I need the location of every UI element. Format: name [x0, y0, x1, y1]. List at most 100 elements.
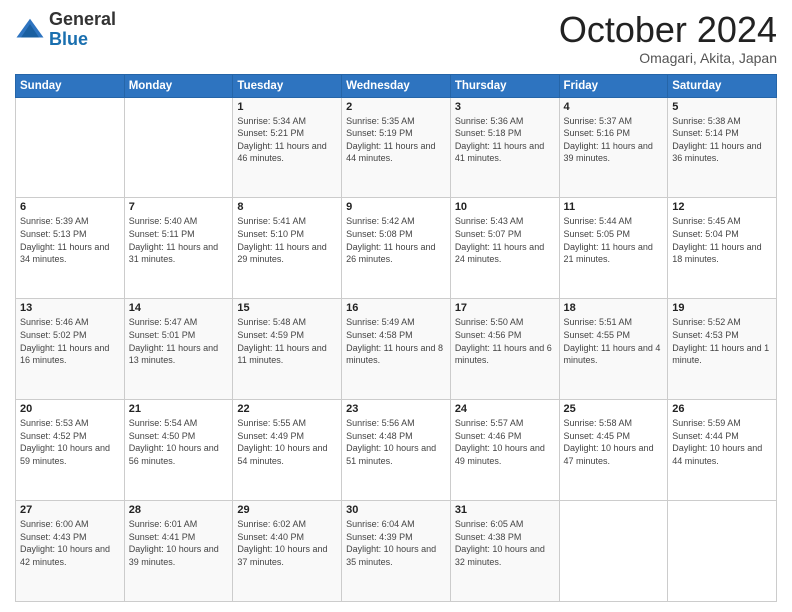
- day-info: Sunrise: 5:47 AMSunset: 5:01 PMDaylight:…: [129, 316, 229, 366]
- calendar-cell: 26Sunrise: 5:59 AMSunset: 4:44 PMDayligh…: [668, 400, 777, 501]
- day-number: 15: [237, 302, 337, 314]
- day-info: Sunrise: 5:35 AMSunset: 5:19 PMDaylight:…: [346, 115, 446, 165]
- calendar-cell: 2 Sunrise: 5:35 AMSunset: 5:19 PMDaylight…: [342, 97, 451, 198]
- calendar-cell: 7Sunrise: 5:40 AMSunset: 5:11 PMDaylight…: [124, 198, 233, 299]
- day-info: Sunrise: 5:55 AMSunset: 4:49 PMDaylight:…: [237, 417, 337, 467]
- day-number: 25: [564, 403, 664, 415]
- day-info: Sunrise: 6:01 AMSunset: 4:41 PMDaylight:…: [129, 518, 229, 568]
- day-info: Sunrise: 6:04 AMSunset: 4:39 PMDaylight:…: [346, 518, 446, 568]
- calendar-cell: 16Sunrise: 5:49 AMSunset: 4:58 PMDayligh…: [342, 299, 451, 400]
- day-number: 13: [20, 302, 120, 314]
- weekday-header-thursday: Thursday: [450, 74, 559, 97]
- day-info: Sunrise: 5:39 AMSunset: 5:13 PMDaylight:…: [20, 215, 120, 265]
- day-info: Sunrise: 6:00 AMSunset: 4:43 PMDaylight:…: [20, 518, 120, 568]
- title-block: October 2024 Omagari, Akita, Japan: [559, 10, 777, 66]
- calendar-cell: 6 Sunrise: 5:39 AMSunset: 5:13 PMDaylight…: [16, 198, 125, 299]
- day-info: Sunrise: 5:52 AMSunset: 4:53 PMDaylight:…: [672, 316, 772, 366]
- day-number: 1: [237, 101, 337, 113]
- calendar-cell: 21 Sunrise: 5:54 AMSunset: 4:50 PMDayligh…: [124, 400, 233, 501]
- weekday-header-sunday: Sunday: [16, 74, 125, 97]
- day-info: Sunrise: 5:46 AMSunset: 5:02 PMDaylight:…: [20, 316, 120, 366]
- logo-general: General: [49, 9, 116, 29]
- day-number: 20: [20, 403, 120, 415]
- day-number: 27: [20, 504, 120, 516]
- calendar-week-4: 20 Sunrise: 5:53 AMSunset: 4:52 PMDayligh…: [16, 400, 777, 501]
- day-number: 9: [346, 201, 446, 213]
- day-info: Sunrise: 5:34 AMSunset: 5:21 PMDaylight:…: [237, 115, 337, 165]
- logo-icon: [15, 15, 45, 45]
- weekday-header-row: SundayMondayTuesdayWednesdayThursdayFrid…: [16, 74, 777, 97]
- calendar-cell: 10 Sunrise: 5:43 AMSunset: 5:07 PMDayligh…: [450, 198, 559, 299]
- day-info: Sunrise: 5:43 AMSunset: 5:07 PMDaylight:…: [455, 215, 555, 265]
- day-number: 17: [455, 302, 555, 314]
- calendar-cell: 23Sunrise: 5:56 AMSunset: 4:48 PMDayligh…: [342, 400, 451, 501]
- weekday-header-saturday: Saturday: [668, 74, 777, 97]
- day-info: Sunrise: 5:37 AMSunset: 5:16 PMDaylight:…: [564, 115, 664, 165]
- calendar-cell: 1 Sunrise: 5:34 AMSunset: 5:21 PMDaylight…: [233, 97, 342, 198]
- day-info: Sunrise: 5:36 AMSunset: 5:18 PMDaylight:…: [455, 115, 555, 165]
- calendar-cell: 17 Sunrise: 5:50 AMSunset: 4:56 PMDayligh…: [450, 299, 559, 400]
- day-number: 2: [346, 101, 446, 113]
- location-subtitle: Omagari, Akita, Japan: [559, 50, 777, 66]
- calendar-cell: 27 Sunrise: 6:00 AMSunset: 4:43 PMDayligh…: [16, 501, 125, 602]
- calendar-cell: 4 Sunrise: 5:37 AMSunset: 5:16 PMDaylight…: [559, 97, 668, 198]
- header: General Blue October 2024 Omagari, Akita…: [15, 10, 777, 66]
- calendar-cell: 5 Sunrise: 5:38 AMSunset: 5:14 PMDaylight…: [668, 97, 777, 198]
- day-info: Sunrise: 5:48 AMSunset: 4:59 PMDaylight:…: [237, 316, 337, 366]
- day-number: 14: [129, 302, 229, 314]
- day-info: Sunrise: 5:38 AMSunset: 5:14 PMDaylight:…: [672, 115, 772, 165]
- day-info: Sunrise: 6:05 AMSunset: 4:38 PMDaylight:…: [455, 518, 555, 568]
- day-number: 4: [564, 101, 664, 113]
- calendar-week-2: 6 Sunrise: 5:39 AMSunset: 5:13 PMDaylight…: [16, 198, 777, 299]
- calendar-cell: 13 Sunrise: 5:46 AMSunset: 5:02 PMDayligh…: [16, 299, 125, 400]
- day-number: 11: [564, 201, 664, 213]
- calendar-cell: 12Sunrise: 5:45 AMSunset: 5:04 PMDayligh…: [668, 198, 777, 299]
- logo-text: General Blue: [49, 10, 116, 50]
- day-number: 24: [455, 403, 555, 415]
- day-info: Sunrise: 5:44 AMSunset: 5:05 PMDaylight:…: [564, 215, 664, 265]
- day-number: 28: [129, 504, 229, 516]
- calendar-cell: 30Sunrise: 6:04 AMSunset: 4:39 PMDayligh…: [342, 501, 451, 602]
- day-info: Sunrise: 5:53 AMSunset: 4:52 PMDaylight:…: [20, 417, 120, 467]
- day-number: 21: [129, 403, 229, 415]
- calendar-cell: 25Sunrise: 5:58 AMSunset: 4:45 PMDayligh…: [559, 400, 668, 501]
- calendar-cell: 31 Sunrise: 6:05 AMSunset: 4:38 PMDayligh…: [450, 501, 559, 602]
- day-number: 22: [237, 403, 337, 415]
- day-number: 5: [672, 101, 772, 113]
- calendar-cell: 22 Sunrise: 5:55 AMSunset: 4:49 PMDayligh…: [233, 400, 342, 501]
- calendar-cell: 14 Sunrise: 5:47 AMSunset: 5:01 PMDayligh…: [124, 299, 233, 400]
- calendar-cell: 11 Sunrise: 5:44 AMSunset: 5:05 PMDayligh…: [559, 198, 668, 299]
- calendar-cell: [668, 501, 777, 602]
- day-number: 7: [129, 201, 229, 213]
- day-number: 19: [672, 302, 772, 314]
- day-info: Sunrise: 5:42 AMSunset: 5:08 PMDaylight:…: [346, 215, 446, 265]
- day-info: Sunrise: 5:51 AMSunset: 4:55 PMDaylight:…: [564, 316, 664, 366]
- month-title: October 2024: [559, 10, 777, 50]
- calendar-cell: 29Sunrise: 6:02 AMSunset: 4:40 PMDayligh…: [233, 501, 342, 602]
- logo: General Blue: [15, 10, 116, 50]
- weekday-header-monday: Monday: [124, 74, 233, 97]
- day-info: Sunrise: 5:50 AMSunset: 4:56 PMDaylight:…: [455, 316, 555, 366]
- day-number: 10: [455, 201, 555, 213]
- day-number: 18: [564, 302, 664, 314]
- weekday-header-friday: Friday: [559, 74, 668, 97]
- day-info: Sunrise: 5:54 AMSunset: 4:50 PMDaylight:…: [129, 417, 229, 467]
- day-info: Sunrise: 5:59 AMSunset: 4:44 PMDaylight:…: [672, 417, 772, 467]
- day-number: 6: [20, 201, 120, 213]
- day-info: Sunrise: 5:49 AMSunset: 4:58 PMDaylight:…: [346, 316, 446, 366]
- calendar-week-1: 1 Sunrise: 5:34 AMSunset: 5:21 PMDaylight…: [16, 97, 777, 198]
- day-info: Sunrise: 5:41 AMSunset: 5:10 PMDaylight:…: [237, 215, 337, 265]
- calendar-cell: 3 Sunrise: 5:36 AMSunset: 5:18 PMDaylight…: [450, 97, 559, 198]
- calendar-cell: 18 Sunrise: 5:51 AMSunset: 4:55 PMDayligh…: [559, 299, 668, 400]
- page: General Blue October 2024 Omagari, Akita…: [0, 0, 792, 612]
- calendar-cell: 19 Sunrise: 5:52 AMSunset: 4:53 PMDayligh…: [668, 299, 777, 400]
- day-number: 8: [237, 201, 337, 213]
- day-number: 3: [455, 101, 555, 113]
- logo-blue: Blue: [49, 29, 88, 49]
- day-info: Sunrise: 5:56 AMSunset: 4:48 PMDaylight:…: [346, 417, 446, 467]
- day-number: 31: [455, 504, 555, 516]
- calendar-cell: [559, 501, 668, 602]
- calendar-cell: 28 Sunrise: 6:01 AMSunset: 4:41 PMDayligh…: [124, 501, 233, 602]
- calendar-week-3: 13 Sunrise: 5:46 AMSunset: 5:02 PMDayligh…: [16, 299, 777, 400]
- calendar-cell: 15 Sunrise: 5:48 AMSunset: 4:59 PMDayligh…: [233, 299, 342, 400]
